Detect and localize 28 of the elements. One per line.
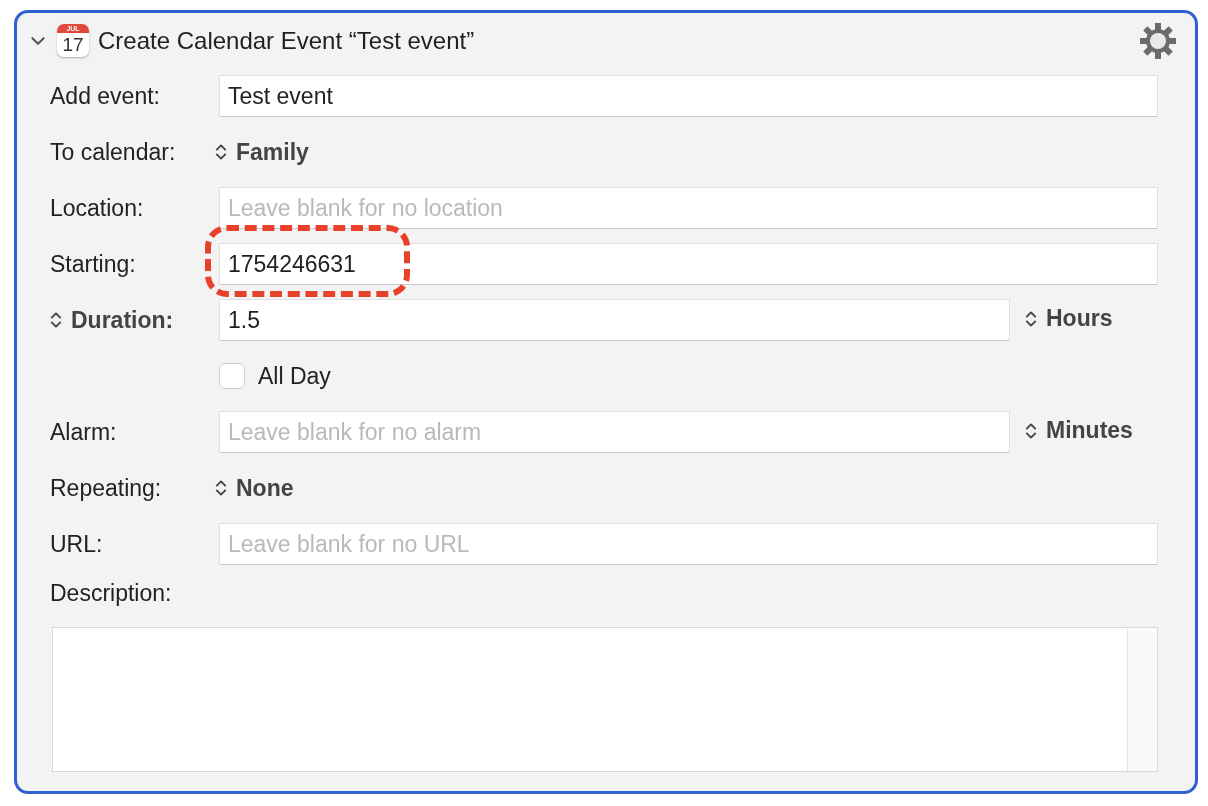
field-label: Repeating: [50,474,162,502]
field-label: To calendar: [50,138,176,166]
input-field[interactable]: 1.5 [219,299,1010,341]
field-label: URL: [50,530,103,558]
input-field[interactable]: Test event [219,75,1158,117]
field-label: Alarm: [50,418,117,446]
input-field[interactable]: Leave blank for no URL [219,523,1158,565]
input-field[interactable]: 1754246631 [219,243,1158,285]
field-label: Starting: [50,250,136,278]
unit-popup[interactable]: Minutes [1025,417,1133,445]
calendar-popup[interactable]: Family [215,138,309,166]
unit-popup[interactable]: Hours [1025,305,1113,333]
field-label: Location: [50,194,144,222]
calendar-popup[interactable]: None [215,474,294,502]
action-title: Create Calendar Event “Test event” [98,26,476,55]
up-down-chevron-icon [215,142,227,162]
icon-day-text: 17 [62,33,84,56]
checkbox-label: All Day [258,362,331,390]
up-down-chevron-icon [215,478,227,498]
field-label: Description: [50,579,172,607]
duration-popup[interactable]: Duration: [50,306,219,334]
description-field[interactable] [52,627,1158,772]
checkbox[interactable] [219,363,245,389]
input-field[interactable]: Leave blank for no location [219,187,1158,229]
up-down-chevron-icon [50,310,62,330]
field-label: Add event: [50,82,160,110]
settings-icon[interactable] [1138,20,1178,61]
input-field[interactable]: Leave blank for no alarm [219,411,1010,453]
